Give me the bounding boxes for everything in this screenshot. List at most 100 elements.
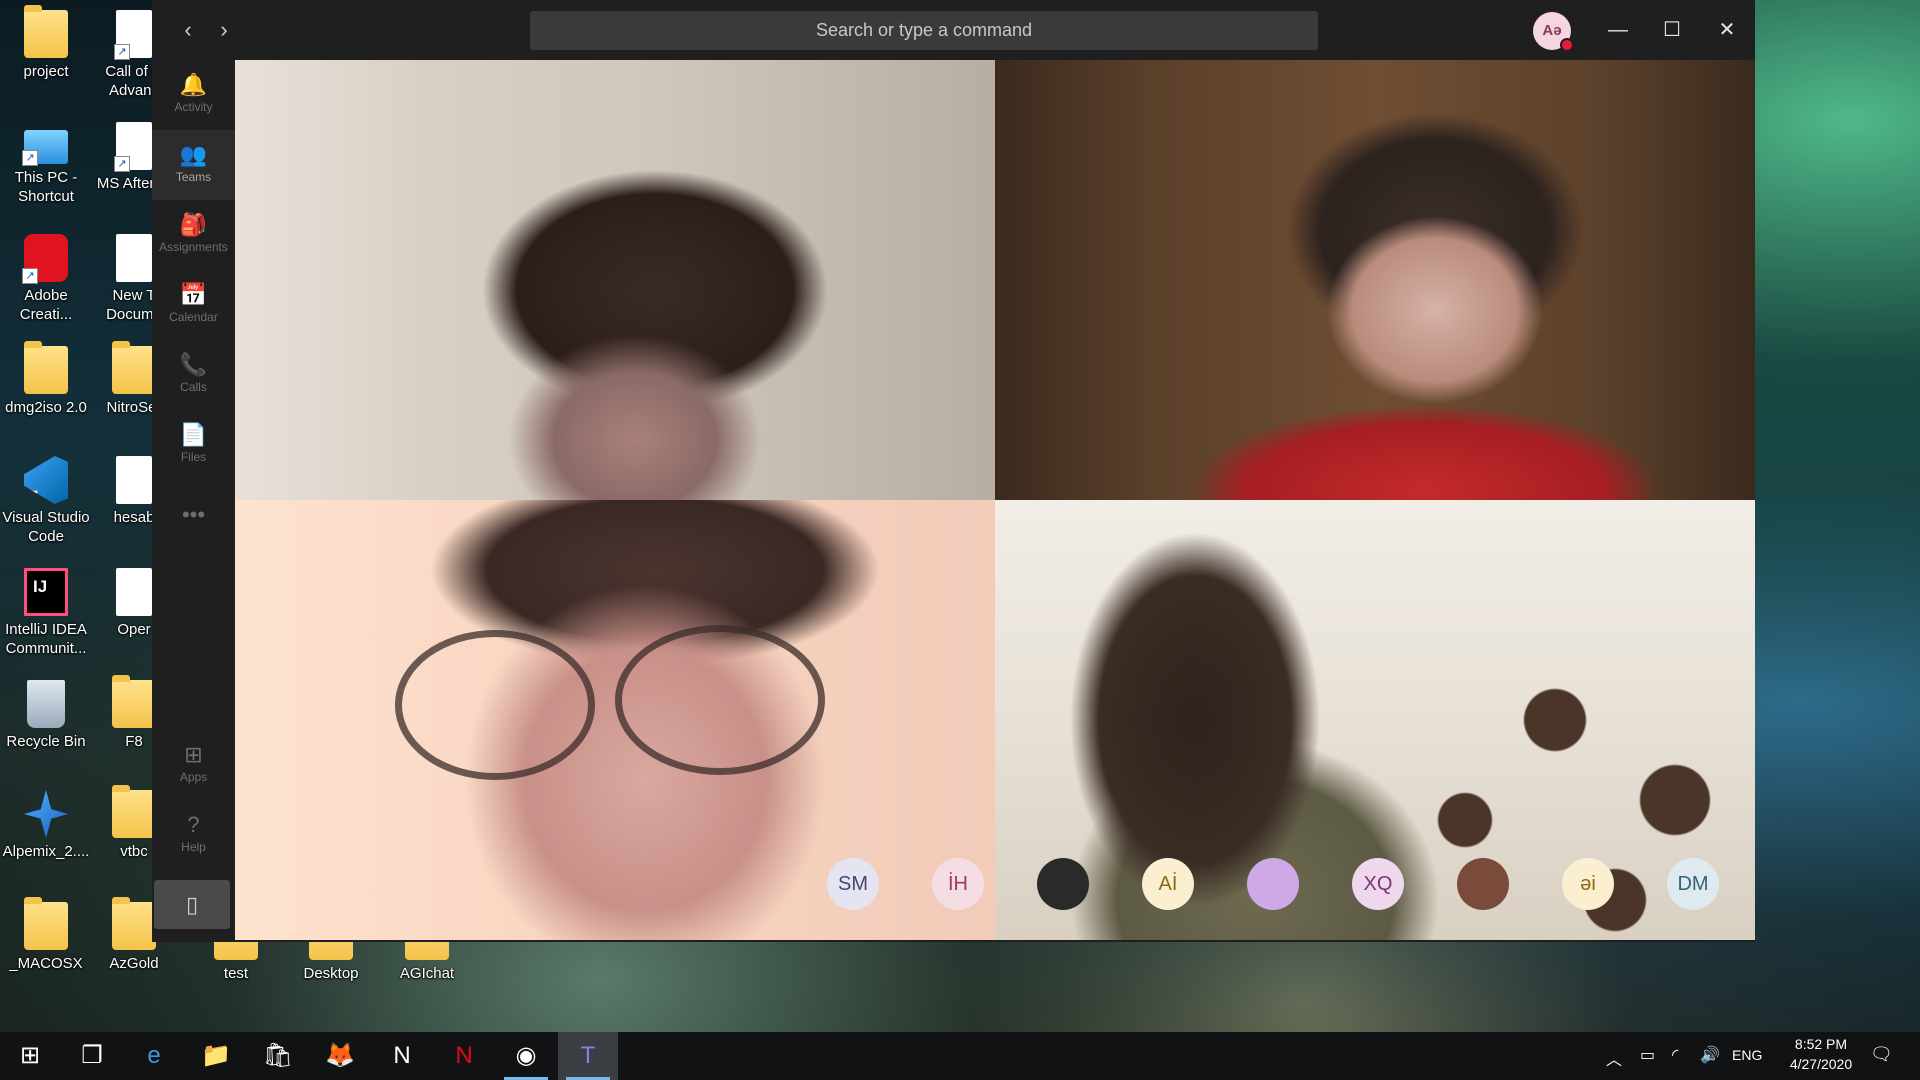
n-app-icon[interactable]: N — [372, 1032, 432, 1080]
battery-icon[interactable]: ▭ — [1640, 1045, 1655, 1065]
close-icon[interactable]: ✕ — [1710, 14, 1744, 46]
participant-avatar[interactable]: SM — [827, 858, 879, 910]
user-avatar[interactable]: Aə — [1533, 12, 1574, 52]
forward-arrow-icon[interactable]: › — [210, 16, 238, 44]
assignments-icon: 🎒 — [179, 212, 208, 237]
status-dot — [1560, 38, 1574, 52]
search-input[interactable]: Search or type a command — [530, 11, 1318, 50]
rail-item-label: Calendar — [169, 310, 218, 324]
folder-icon — [112, 897, 156, 950]
participant-avatar[interactable] — [1247, 858, 1299, 910]
participant-avatar[interactable] — [1037, 858, 1089, 910]
folder-icon — [112, 675, 156, 728]
video-tile — [235, 500, 995, 940]
desktop-icon-label: Recycle Bin — [6, 733, 86, 750]
rail-item-more[interactable]: ••• — [152, 490, 235, 560]
desktop-icon[interactable]: _MACOSX — [2, 897, 90, 973]
rail-item-label: Calls — [180, 380, 207, 394]
language-indicator[interactable]: ENG — [1732, 1047, 1762, 1063]
title-bar: ‹ › Search or type a command Aə — ☐ ✕ — [152, 0, 1755, 60]
rail-item-label: Files — [180, 450, 207, 464]
alpemix-icon — [24, 790, 68, 838]
user-initials: Aə — [1542, 22, 1562, 39]
maps-icon[interactable]: ◉ — [496, 1032, 556, 1080]
rail-item-activity[interactable]: 🔔 Activity — [152, 60, 235, 130]
desktop-icon-label: Visual Studio Code — [2, 509, 90, 545]
desktop-icon[interactable]: Recycle Bin — [2, 680, 90, 751]
doc-icon — [114, 122, 152, 172]
folder-icon — [24, 341, 68, 394]
maximize-icon[interactable]: ☐ — [1655, 14, 1689, 46]
rail-item-files[interactable]: 📄 Files — [152, 410, 235, 480]
folder-icon — [112, 785, 156, 838]
desktop-icon-label: Desktop — [303, 965, 359, 982]
netflix-icon[interactable]: N — [434, 1032, 494, 1080]
clock-time[interactable]: 8:52 PM — [1786, 1036, 1856, 1052]
edge-icon[interactable]: e — [124, 1032, 184, 1080]
desktop-icon[interactable]: This PC - Shortcut — [2, 122, 90, 206]
participant-avatar[interactable]: İH — [932, 858, 984, 910]
rail-item-calendar[interactable]: 📅 Calendar — [152, 270, 235, 340]
rail-item-assignments[interactable]: 🎒 Assignments — [152, 200, 235, 270]
desktop-icon-label: _MACOSX — [9, 955, 83, 972]
rail-item-label: Assignments — [159, 240, 228, 254]
doc-icon — [116, 456, 152, 504]
video-tile — [235, 60, 995, 500]
rail-item-calls[interactable]: 📞 Calls — [152, 340, 235, 410]
rail-item-apps[interactable]: ⊞ Apps — [152, 730, 235, 800]
rail-item-label: Help — [181, 840, 206, 854]
minimize-icon[interactable]: — — [1601, 14, 1635, 46]
desktop-icon[interactable]: Alpemix_2.... — [2, 790, 90, 861]
desktop-icon[interactable]: IntelliJ IDEA Communit... — [2, 568, 90, 658]
doc-icon — [116, 234, 152, 282]
participant-avatar[interactable]: DM — [1667, 858, 1719, 910]
teams-taskbar-icon[interactable]: T — [558, 1032, 618, 1080]
notification-icon[interactable]: 🗨 — [1870, 1044, 1893, 1065]
wifi-icon[interactable]: ◜ — [1672, 1045, 1678, 1065]
video-grid: SM İH Aİ XQ əi DM — [235, 60, 1755, 940]
folder-icon — [112, 341, 156, 394]
doc-icon — [116, 568, 152, 616]
more-icon: ••• — [181, 502, 206, 527]
doc-icon — [114, 10, 152, 60]
tray-chevron-icon[interactable]: ︿ — [1606, 1046, 1622, 1070]
glasses-shape — [615, 625, 825, 775]
rail-item-label: Apps — [179, 770, 208, 784]
file-icon: 📄 — [179, 422, 208, 447]
task-view-icon[interactable]: ❐ — [62, 1032, 122, 1080]
desktop-icon-label: project — [23, 63, 69, 80]
participant-avatar[interactable] — [1457, 858, 1509, 910]
rail-item-help[interactable]: ? Help — [152, 800, 235, 870]
desktop-icon[interactable]: Adobe Creati... — [2, 234, 90, 324]
teams-window: ‹ › Search or type a command Aə — ☐ ✕ ▯ … — [152, 0, 1755, 942]
desktop-icon-label: AzGold — [109, 955, 159, 972]
desktop-icon[interactable]: project — [2, 5, 90, 81]
participant-avatar[interactable]: əi — [1562, 858, 1614, 910]
mobile-app-icon[interactable]: ▯ — [154, 880, 230, 929]
rail-item-teams[interactable]: 👥 Teams — [152, 130, 235, 200]
desktop-icon-label: IntelliJ IDEA Communit... — [5, 621, 87, 657]
firefox-icon[interactable]: 🦊 — [310, 1032, 370, 1080]
glasses-shape — [395, 630, 595, 780]
back-arrow-icon[interactable]: ‹ — [174, 16, 202, 44]
app-rail: ▯ 🔔 Activity 👥 Teams 🎒 Assignments 📅 Calendar 📞 C… — [152, 60, 235, 942]
participant-avatar[interactable]: XQ — [1352, 858, 1404, 910]
desktop-icon-label: Alpemix_2.... — [2, 843, 90, 860]
volume-icon[interactable]: 🔊 — [1700, 1045, 1720, 1065]
rail-item-label: Activity — [174, 100, 213, 114]
start-icon[interactable]: ⊞ — [0, 1032, 60, 1080]
desktop-icon-label: AGIchat — [399, 965, 455, 982]
desktop-icon-label: test — [223, 965, 249, 982]
bell-icon: 🔔 — [179, 72, 208, 97]
desktop-icon-label: dmg2iso 2.0 — [5, 399, 87, 416]
pc-icon — [22, 130, 68, 166]
participant-avatar[interactable]: Aİ — [1142, 858, 1194, 910]
desktop-icon[interactable]: Visual Studio Code — [2, 456, 90, 546]
apps-icon: ⊞ — [184, 742, 203, 767]
clock-date[interactable]: 4/27/2020 — [1776, 1056, 1866, 1072]
store-icon[interactable]: 🛍 — [248, 1032, 308, 1080]
phone-icon: 📞 — [179, 352, 208, 377]
help-icon: ? — [187, 812, 200, 837]
desktop-icon[interactable]: dmg2iso 2.0 — [2, 341, 90, 417]
file-explorer-icon[interactable]: 📁 — [186, 1032, 246, 1080]
